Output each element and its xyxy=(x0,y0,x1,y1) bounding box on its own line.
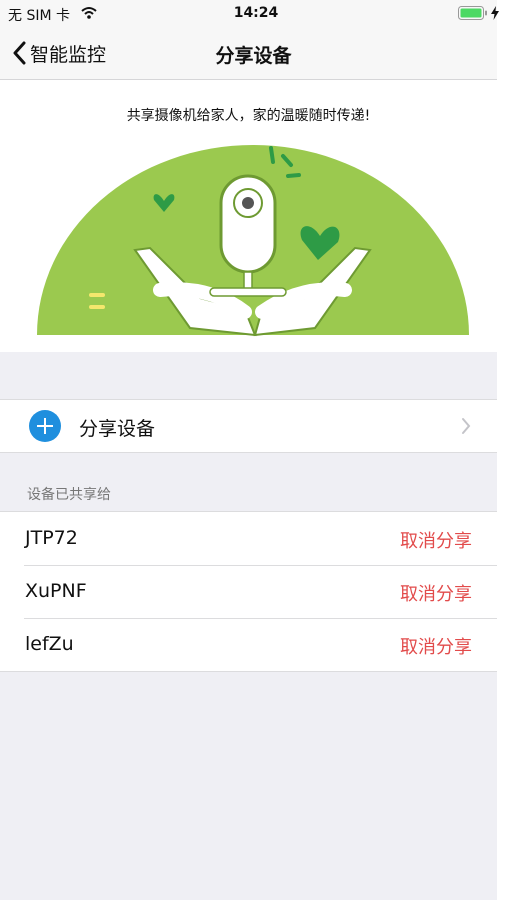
right-edge-strip xyxy=(497,0,507,900)
list-item: XuPNF 取消分享 xyxy=(0,565,497,618)
charging-bolt-icon xyxy=(491,6,499,20)
banner-slogan: 共享摄像机给家人，家的温暖随时传递! xyxy=(126,108,371,124)
list-item: lefZu 取消分享 xyxy=(0,618,497,671)
clock: 14:24 xyxy=(233,5,279,21)
shared-user-name: XuPNF xyxy=(25,580,87,602)
cancel-share-button[interactable]: 取消分享 xyxy=(400,633,472,659)
battery-icon xyxy=(458,6,487,20)
share-banner: 共享摄像机给家人，家的温暖随时传递! xyxy=(0,80,497,352)
page-title: 分享设备 xyxy=(215,45,292,67)
navigation-bar: 智能监控 分享设备 xyxy=(0,28,497,80)
share-device-label: 分享设备 xyxy=(79,418,156,440)
chevron-right-icon xyxy=(462,418,471,434)
shared-section-header: 设备已共享给 xyxy=(27,487,111,503)
list-item: JTP72 取消分享 xyxy=(0,512,497,565)
status-bar: 无 SIM 卡 14:24 xyxy=(0,0,499,28)
cancel-share-button[interactable]: 取消分享 xyxy=(400,527,472,553)
share-device-row[interactable]: 分享设备 xyxy=(0,399,497,453)
cancel-share-button[interactable]: 取消分享 xyxy=(400,580,472,606)
shared-users-list: JTP72 取消分享 XuPNF 取消分享 lefZu 取消分享 xyxy=(0,511,497,672)
shared-user-name: lefZu xyxy=(25,633,74,655)
add-circle-icon xyxy=(29,410,61,442)
shared-user-name: JTP72 xyxy=(25,527,78,549)
